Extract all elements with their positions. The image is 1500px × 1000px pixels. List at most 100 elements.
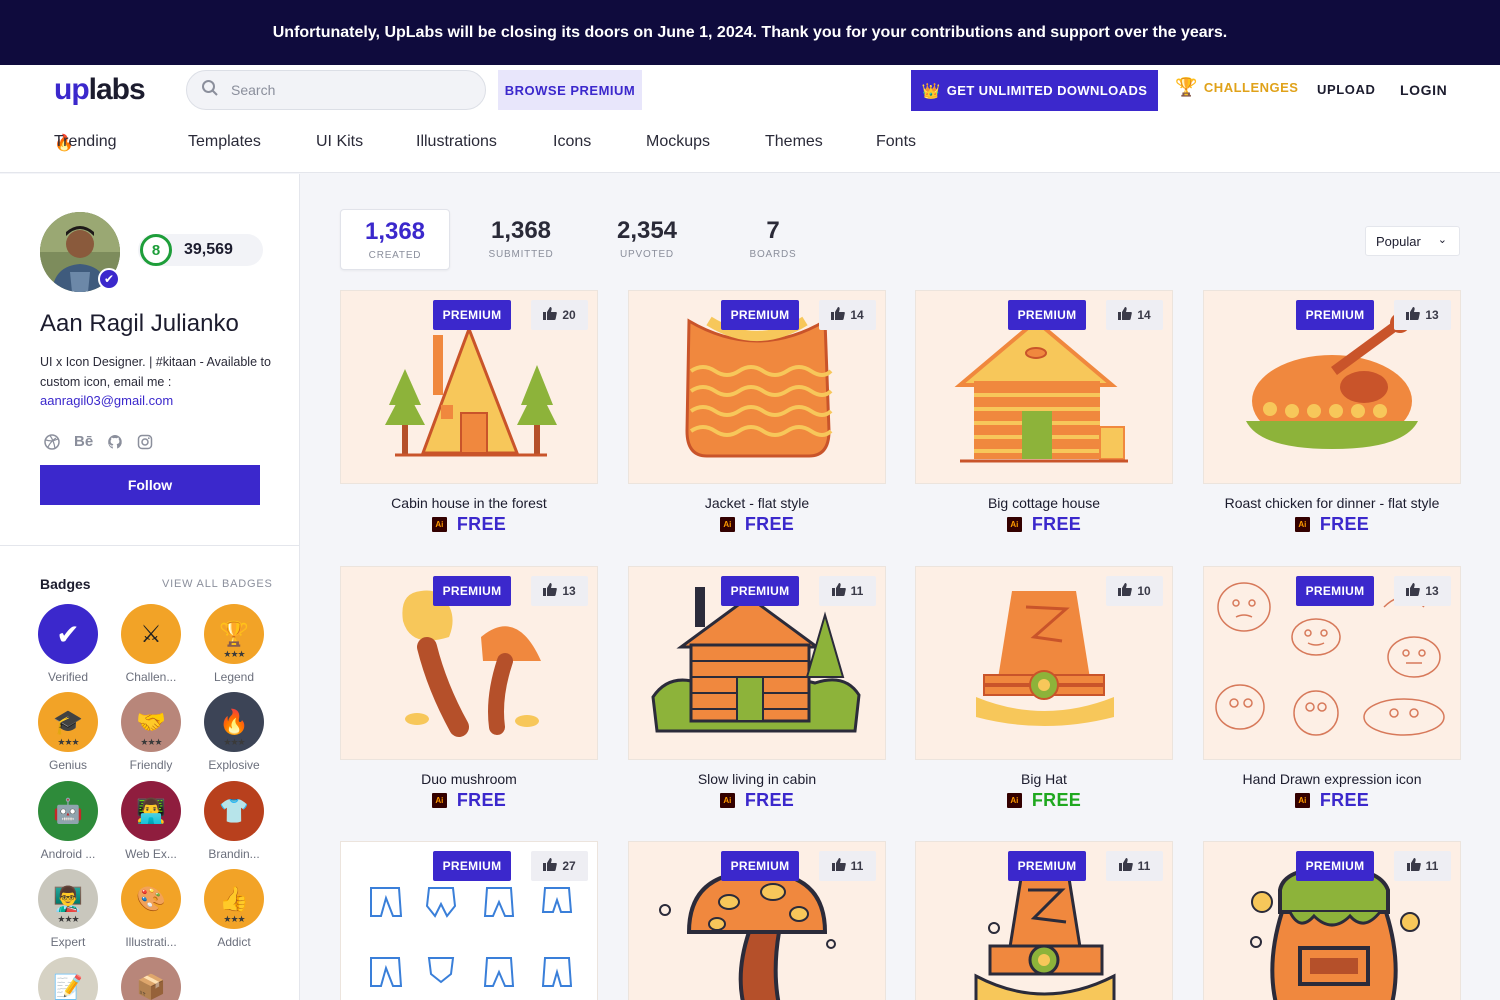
like-button[interactable]: 11	[1394, 851, 1451, 881]
tab-boards[interactable]: 7 BOARDS	[718, 209, 828, 270]
design-title[interactable]: Slow living in cabin	[628, 771, 886, 787]
design-thumbnail[interactable]: PREMIUM 13	[340, 566, 598, 760]
search-input[interactable]	[231, 82, 461, 98]
design-card[interactable]: PREMIUM 20 Cabin house in the forest Ai FREE	[340, 290, 598, 535]
design-card[interactable]: PREMIUM 11	[915, 841, 1173, 1000]
design-title[interactable]: Hand Drawn expression icon	[1203, 771, 1461, 787]
design-thumbnail[interactable]: PREMIUM 11	[915, 841, 1173, 1000]
design-thumbnail[interactable]: PREMIUM 27	[340, 841, 598, 1000]
premium-badge: PREMIUM	[721, 300, 799, 330]
design-card[interactable]: PREMIUM 14 Jacket - flat style Ai FREE	[628, 290, 886, 535]
design-thumbnail[interactable]: PREMIUM 11	[628, 566, 886, 760]
price-row: Ai FREE	[915, 790, 1173, 811]
category-mockups[interactable]: Mockups	[646, 133, 710, 151]
like-button[interactable]: 27	[531, 851, 588, 881]
design-card[interactable]: PREMIUM 13 Roast chicken for dinner - flat…	[1203, 290, 1461, 535]
category-templates[interactable]: Templates	[188, 133, 261, 151]
design-card[interactable]: PREMIUM 11 Slow living in cabin Ai FREE	[628, 566, 886, 811]
badge-item[interactable]: ✔ Verified	[26, 604, 110, 684]
like-button[interactable]: 13	[531, 576, 588, 606]
tab-submitted[interactable]: 1,368 SUBMITTED	[466, 209, 576, 270]
tab-upvoted[interactable]: 2,354 UPVOTED	[592, 209, 702, 270]
closing-announcement-banner: Unfortunately, UpLabs will be closing it…	[0, 0, 1500, 65]
like-button[interactable]: 10	[1106, 576, 1163, 606]
badge-item[interactable]: 🎨 Illustrati...	[109, 869, 193, 949]
login-link[interactable]: LOGIN	[1400, 82, 1447, 98]
design-card[interactable]: PREMIUM 11	[628, 841, 886, 1000]
badge-item[interactable]: 👍 ★★★ Addict	[192, 869, 276, 949]
like-button[interactable]: 20	[531, 300, 588, 330]
badge-item[interactable]: 📦	[109, 957, 193, 1000]
badge-item[interactable]: 🎓 ★★★ Genius	[26, 692, 110, 772]
chevron-down-icon: ⌄	[1437, 234, 1447, 246]
badge-item[interactable]: 👨‍💻 Web Ex...	[109, 781, 193, 861]
badge-item[interactable]: 👨‍🏫 ★★★ Expert	[26, 869, 110, 949]
check-icon: ✔	[38, 604, 98, 664]
verified-check-icon: ✔	[98, 268, 120, 290]
badge-item[interactable]: ⚔ Challen...	[109, 604, 193, 684]
like-count: 11	[850, 859, 864, 873]
tab-created[interactable]: 1,368 CREATED	[340, 209, 450, 270]
category-icons[interactable]: Icons	[553, 133, 591, 151]
design-thumbnail[interactable]: PREMIUM 13	[1203, 566, 1461, 760]
design-thumbnail[interactable]: PREMIUM 11	[628, 841, 886, 1000]
thumbs-up-icon	[1406, 583, 1421, 599]
like-button[interactable]: 14	[819, 300, 876, 330]
design-title[interactable]: Roast chicken for dinner - flat style	[1203, 495, 1461, 511]
like-count: 13	[562, 584, 576, 598]
design-card[interactable]: 10 Big Hat Ai FREE	[915, 566, 1173, 811]
behance-icon[interactable]: Bē	[74, 434, 93, 454]
like-button[interactable]: 11	[819, 576, 876, 606]
badge-label: Illustrati...	[125, 935, 177, 949]
badge-item[interactable]: 🤝 ★★★ Friendly	[109, 692, 193, 772]
get-unlimited-downloads-button[interactable]: 👑 GET UNLIMITED DOWNLOADS	[911, 70, 1158, 111]
design-title[interactable]: Big cottage house	[915, 495, 1173, 511]
like-button[interactable]: 13	[1394, 576, 1451, 606]
category-illustrations[interactable]: Illustrations	[416, 133, 497, 151]
like-button[interactable]: 11	[819, 851, 876, 881]
sort-select[interactable]: Popular ⌄	[1365, 226, 1460, 256]
badge-glyph: 🏆	[219, 620, 249, 648]
badge-item[interactable]: 🔥 ★★★ Explosive	[192, 692, 276, 772]
badge-item[interactable]: 🏆 ★★★ Legend	[192, 604, 276, 684]
badge-item[interactable]: 🤖 Android ...	[26, 781, 110, 861]
category-ui-kits[interactable]: UI Kits	[316, 133, 363, 151]
badge-glyph: 📝	[53, 973, 83, 1000]
category-fonts[interactable]: Fonts	[876, 133, 916, 151]
design-thumbnail[interactable]: PREMIUM 20	[340, 290, 598, 484]
browse-premium-button[interactable]: BROWSE PREMIUM	[498, 70, 642, 110]
view-all-badges-link[interactable]: VIEW ALL BADGES	[162, 578, 273, 590]
like-button[interactable]: 13	[1394, 300, 1451, 330]
shirt-icon: 👕	[204, 781, 264, 841]
design-card[interactable]: PREMIUM 13 Duo mushroom Ai FREE	[340, 566, 598, 811]
design-thumbnail[interactable]: PREMIUM 11	[1203, 841, 1461, 1000]
badge-item[interactable]: 📝	[26, 957, 110, 1000]
design-thumbnail[interactable]: 10	[915, 566, 1173, 760]
design-title[interactable]: Cabin house in the forest	[340, 495, 598, 511]
design-card[interactable]: PREMIUM 13 Hand Drawn expression icon Ai FRE…	[1203, 566, 1461, 811]
design-thumbnail[interactable]: PREMIUM 13	[1203, 290, 1461, 484]
design-card[interactable]: PREMIUM 27	[340, 841, 598, 1000]
expert-icon: 👨‍🏫 ★★★	[38, 869, 98, 929]
design-title[interactable]: Jacket - flat style	[628, 495, 886, 511]
like-button[interactable]: 11	[1106, 851, 1163, 881]
design-card[interactable]: PREMIUM 14 Big cottage house Ai FREE	[915, 290, 1173, 535]
design-thumbnail[interactable]: PREMIUM 14	[915, 290, 1173, 484]
badge-item[interactable]: 👕 Brandin...	[192, 781, 276, 861]
challenges-link[interactable]: 🏆 CHALLENGES	[1175, 77, 1298, 98]
design-title[interactable]: Duo mushroom	[340, 771, 598, 787]
github-icon[interactable]	[107, 434, 123, 454]
design-thumbnail[interactable]: PREMIUM 14	[628, 290, 886, 484]
design-title[interactable]: Big Hat	[915, 771, 1173, 787]
category-themes[interactable]: Themes	[765, 133, 823, 151]
instagram-icon[interactable]	[137, 434, 153, 454]
dribbble-icon[interactable]	[44, 434, 60, 454]
uplabs-logo[interactable]: uplabs	[54, 73, 146, 107]
profile-email-link[interactable]: aanragil03@gmail.com	[40, 393, 173, 408]
thumbs-up-icon	[831, 583, 846, 599]
design-card[interactable]: PREMIUM 11	[1203, 841, 1461, 1000]
badge-stars: ★★★	[140, 737, 162, 747]
like-button[interactable]: 14	[1106, 300, 1163, 330]
follow-button[interactable]: Follow	[40, 465, 260, 505]
upload-link[interactable]: UPLOAD	[1317, 82, 1376, 97]
